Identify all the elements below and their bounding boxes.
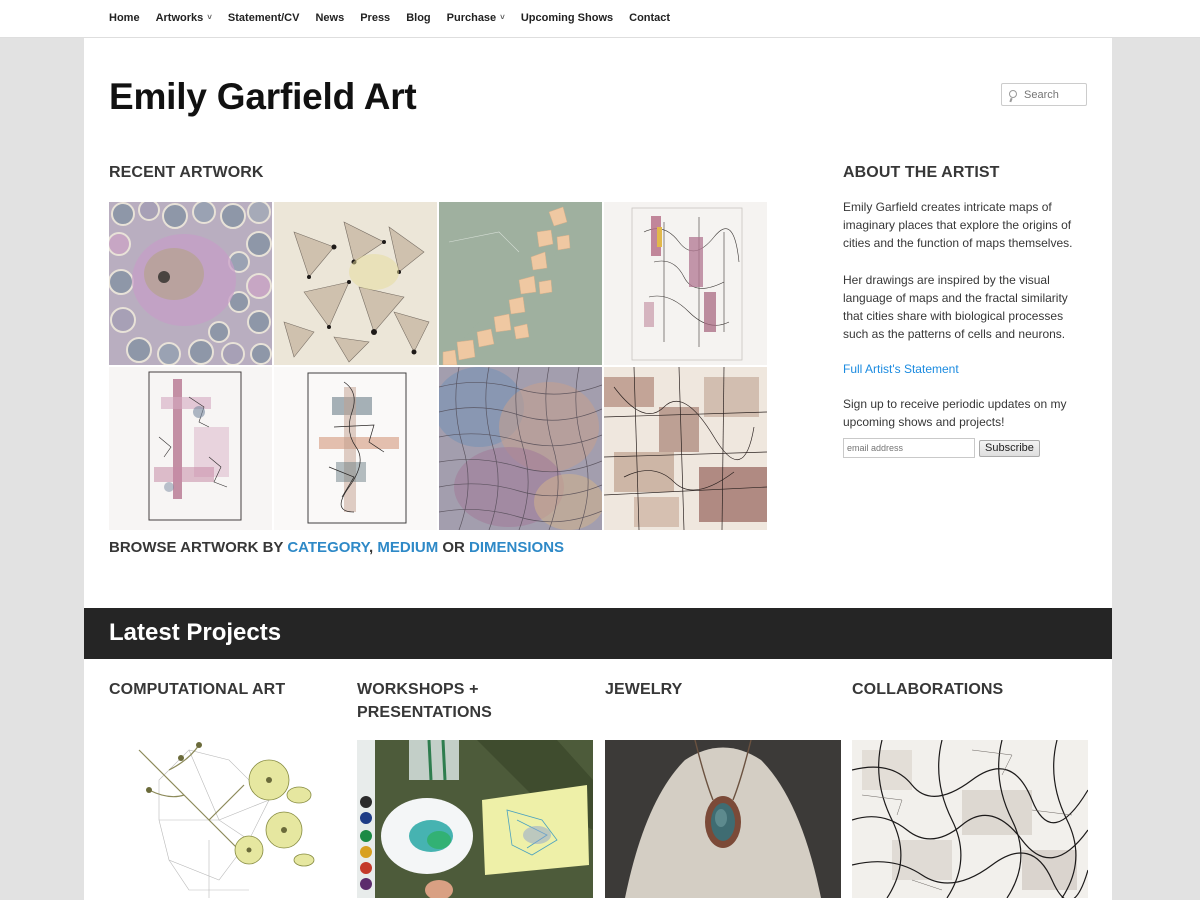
top-navigation: Home Artworks ˅ Statement/CV News Press B… — [0, 0, 1200, 38]
project-title[interactable]: COLLABORATIONS — [852, 678, 1088, 740]
artwork-image — [604, 367, 767, 530]
artwork-image — [439, 367, 602, 530]
about-heading: ABOUT THE ARTIST — [843, 164, 1000, 181]
nav-label: Contact — [629, 12, 671, 24]
nav-item-statement-cv[interactable]: Statement/CV — [228, 0, 300, 37]
browse-comma: , — [369, 539, 374, 556]
nav-item-home[interactable]: Home — [109, 0, 140, 37]
project-image[interactable] — [852, 740, 1088, 898]
about-sidebar: ABOUT THE ARTIST Emily Garfield creates … — [843, 164, 1087, 458]
artwork-thumbnail[interactable] — [109, 367, 272, 530]
latest-projects-heading: Latest Projects — [109, 619, 282, 646]
nav-label: Upcoming Shows — [520, 12, 614, 24]
nav-item-contact[interactable]: Contact — [629, 0, 670, 37]
search-box[interactable] — [1001, 83, 1087, 106]
browse-dimensions-link[interactable]: DIMENSIONS — [469, 539, 564, 556]
chevron-down-icon: ˅ — [500, 13, 505, 22]
browse-prefix: BROWSE ARTWORK BY — [109, 539, 284, 556]
nav-item-news[interactable]: News — [315, 0, 344, 37]
workshops-image — [357, 740, 593, 898]
project-card-jewelry: JEWELRY — [605, 678, 841, 898]
search-input[interactable] — [1024, 88, 1084, 101]
project-image[interactable] — [605, 740, 841, 898]
signup-text: Sign up to receive periodic updates on m… — [843, 397, 1067, 429]
about-paragraph: Emily Garfield creates intricate maps of… — [843, 200, 1073, 250]
subscribe-button[interactable]: Subscribe — [979, 439, 1040, 457]
nav-item-press[interactable]: Press — [360, 0, 390, 37]
project-image[interactable] — [357, 740, 593, 898]
artwork-thumbnail[interactable] — [109, 202, 272, 365]
artwork-image — [274, 367, 437, 530]
artwork-thumbnail[interactable] — [604, 202, 767, 365]
project-image[interactable] — [109, 740, 345, 898]
artwork-image — [109, 367, 272, 530]
artwork-image — [274, 202, 437, 365]
artwork-image — [109, 202, 272, 365]
nav-menu: Home Artworks ˅ Statement/CV News Press B… — [0, 0, 1200, 37]
nav-label: News — [315, 12, 345, 24]
project-title[interactable]: WORKSHOPS + PRESENTATIONS — [357, 678, 593, 740]
computational-art-image — [109, 740, 345, 898]
recent-artwork-grid — [109, 202, 769, 532]
chevron-down-icon: ˅ — [207, 13, 212, 22]
browse-artwork-links: BROWSE ARTWORK BY CATEGORY, MEDIUM OR DI… — [109, 539, 564, 556]
artwork-thumbnail[interactable] — [274, 202, 437, 365]
browse-or: OR — [442, 539, 465, 556]
artwork-thumbnail[interactable] — [604, 367, 767, 530]
nav-label: Statement/CV — [227, 12, 300, 24]
project-card-workshops: WORKSHOPS + PRESENTATIONS — [357, 678, 593, 898]
project-title[interactable]: JEWELRY — [605, 678, 841, 740]
nav-item-blog[interactable]: Blog — [406, 0, 430, 37]
page-content: Emily Garfield Art RECENT ARTWORK — [84, 38, 1112, 900]
project-card-collaborations: COLLABORATIONS — [852, 678, 1088, 898]
project-card-computational-art: COMPUTATIONAL ART — [109, 678, 345, 898]
artwork-image — [604, 202, 767, 365]
jewelry-image — [605, 740, 841, 898]
artwork-thumbnail[interactable] — [274, 367, 437, 530]
artwork-thumbnail[interactable] — [439, 367, 602, 530]
subscribe-form: Subscribe — [843, 438, 1087, 458]
nav-item-purchase[interactable]: Purchase ˅ — [447, 0, 505, 37]
nav-item-artworks[interactable]: Artworks ˅ — [156, 0, 212, 37]
recent-artwork-heading: RECENT ARTWORK — [109, 164, 264, 181]
artwork-thumbnail[interactable] — [439, 202, 602, 365]
project-title[interactable]: COMPUTATIONAL ART — [109, 678, 345, 740]
nav-label: Artworks — [155, 12, 204, 24]
nav-label: Purchase — [446, 12, 497, 24]
browse-category-link[interactable]: CATEGORY — [287, 539, 369, 556]
artist-statement-link[interactable]: Full Artist's Statement — [843, 362, 1087, 376]
artwork-image — [439, 202, 602, 365]
nav-label: Blog — [406, 12, 431, 24]
latest-projects-band: Latest Projects — [84, 608, 1112, 659]
site-title[interactable]: Emily Garfield Art — [109, 76, 417, 118]
nav-item-upcoming-shows[interactable]: Upcoming Shows — [521, 0, 613, 37]
browse-medium-link[interactable]: MEDIUM — [377, 539, 438, 556]
about-paragraph: Her drawings are inspired by the visual … — [843, 273, 1068, 341]
collaborations-image — [852, 740, 1088, 898]
nav-label: Home — [109, 12, 140, 24]
email-field[interactable] — [843, 438, 975, 458]
search-icon — [1008, 89, 1020, 101]
nav-label: Press — [360, 12, 391, 24]
